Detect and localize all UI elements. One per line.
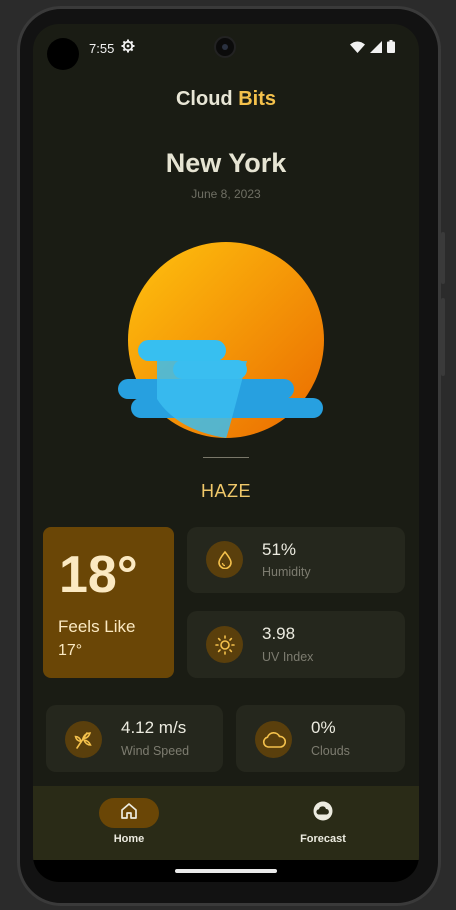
camera-dot	[47, 38, 79, 70]
gesture-handle[interactable]	[175, 869, 277, 873]
humidity-card: 51% Humidity	[187, 527, 405, 593]
settings-gear-icon	[121, 39, 135, 58]
clouds-card: 0% Clouds	[236, 705, 405, 772]
front-camera	[214, 36, 236, 58]
weather-condition: HAZE	[200, 481, 251, 501]
humidity-value: 51%	[262, 540, 297, 559]
uv-index-value: 3.98	[262, 624, 296, 643]
droplet-icon	[206, 541, 243, 578]
home-icon	[120, 802, 138, 824]
clouds-value: 0%	[311, 718, 336, 737]
cloud-icon	[255, 721, 292, 758]
gesture-area	[33, 860, 419, 882]
haze-sun-cloud-icon	[117, 240, 327, 445]
feels-like-value: 17°	[58, 642, 83, 659]
forecast-cloud-icon	[313, 801, 333, 826]
nav-item-home[interactable]: Home	[79, 798, 179, 845]
nav-home-indicator	[99, 798, 159, 828]
volume-button	[441, 298, 445, 376]
app-title-accent: Bits	[238, 88, 276, 110]
app-screen: 7:55 Cloud Bits New York June 8, 2023 HA…	[33, 24, 419, 882]
temperature-card: 18° Feels Like 17°	[43, 527, 174, 678]
power-button	[441, 232, 445, 284]
wind-icon	[65, 721, 102, 758]
status-time: 7:55	[89, 41, 115, 56]
app-title-main: Cloud	[175, 88, 233, 110]
city-name: New York	[165, 148, 287, 178]
signal-icon	[370, 40, 382, 58]
wifi-icon	[350, 40, 365, 58]
humidity-label: Humidity	[262, 565, 311, 579]
temperature-value: 18°	[59, 546, 138, 604]
status-icons	[350, 40, 395, 58]
nav-home-label: Home	[113, 833, 145, 845]
battery-icon	[387, 40, 395, 58]
wind-speed-value: 4.12 m/s	[121, 718, 187, 737]
divider	[203, 457, 249, 458]
bottom-navigation: Home Forecast	[33, 786, 419, 860]
nav-forecast-label: Forecast	[300, 833, 346, 845]
feels-like-label: Feels Like	[58, 617, 136, 636]
uv-index-card: 3.98 UV Index	[187, 611, 405, 678]
clouds-label: Clouds	[311, 744, 350, 758]
wind-speed-label: Wind Speed	[121, 744, 190, 758]
sun-icon	[206, 626, 243, 663]
wind-speed-card: 4.12 m/s Wind Speed	[46, 705, 223, 772]
nav-item-forecast[interactable]: Forecast	[273, 798, 373, 845]
status-bar: 7:55	[33, 24, 419, 72]
current-date: June 8, 2023	[191, 187, 261, 201]
nav-forecast-indicator	[293, 798, 353, 828]
app-title: Cloud Bits	[33, 88, 419, 111]
uv-index-label: UV Index	[262, 650, 314, 664]
